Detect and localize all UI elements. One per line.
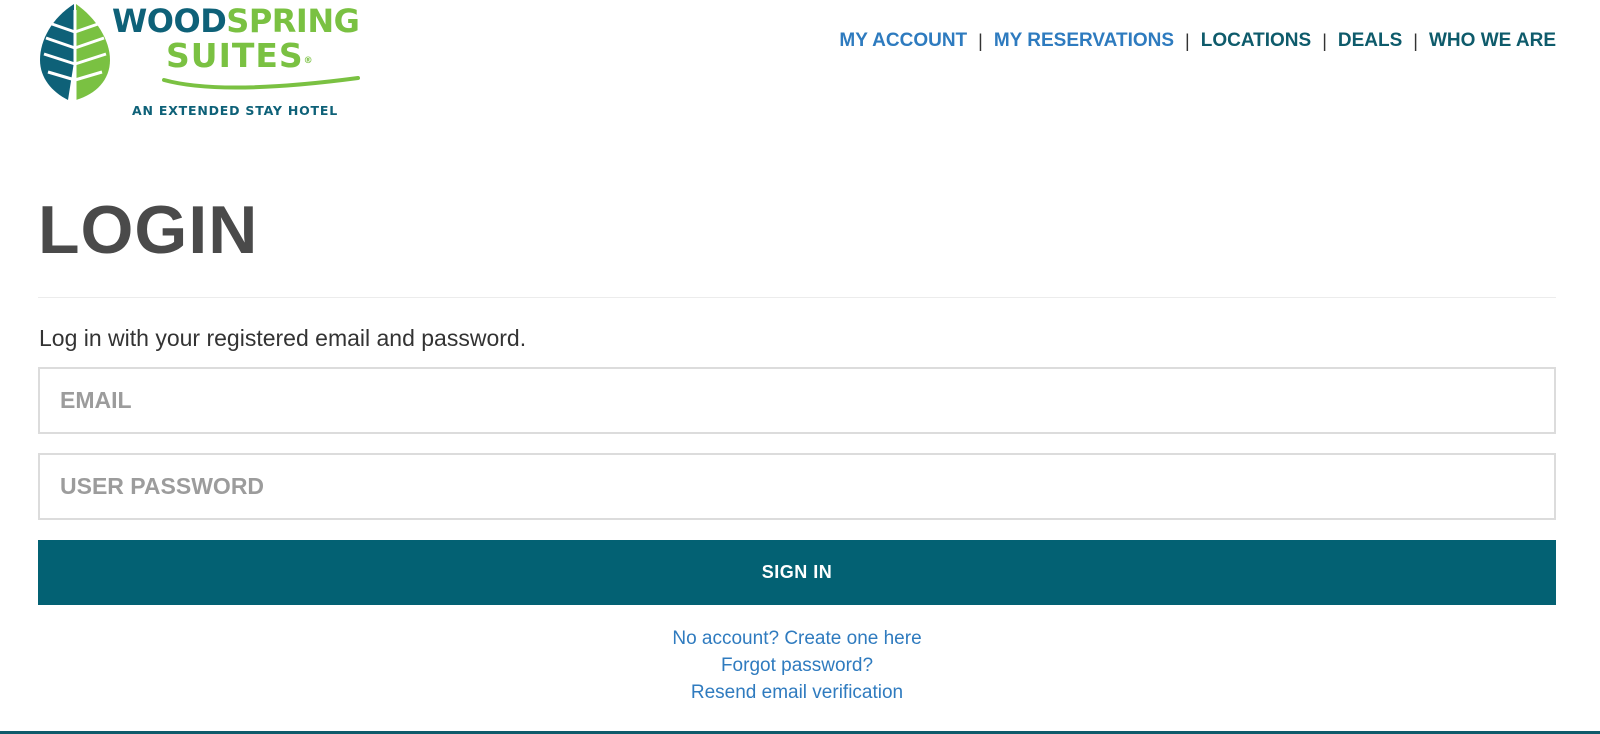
nav-my-account[interactable]: MY ACCOUNT (839, 30, 967, 52)
brand-name-spring: SPRING (226, 2, 360, 40)
registered-mark: ® (303, 56, 313, 66)
top-navigation: MY ACCOUNT | MY RESERVATIONS | LOCATIONS… (839, 30, 1556, 52)
brand-name-line2: SUITES® (166, 36, 313, 76)
logo-swoosh (162, 76, 360, 90)
nav-separator: | (978, 30, 983, 51)
brand-name-suites: SUITES (166, 36, 304, 75)
brand-tagline: AN EXTENDED STAY HOTEL (132, 103, 338, 118)
woodspring-suites-logo[interactable]: WOODSPRING SUITES® AN EXTENDED STAY HOTE… (38, 0, 398, 122)
brand-name-wood: WOOD (112, 2, 227, 40)
account-links: No account? Create one here Forgot passw… (38, 625, 1556, 706)
create-account-link[interactable]: No account? Create one here (38, 625, 1556, 652)
nav-my-reservations[interactable]: MY RESERVATIONS (994, 30, 1174, 52)
nav-separator: | (1185, 30, 1190, 51)
login-instructions: Log in with your registered email and pa… (39, 325, 527, 351)
password-field[interactable] (38, 453, 1556, 520)
forgot-password-link[interactable]: Forgot password? (38, 652, 1556, 679)
page-title: LOGIN (38, 192, 259, 268)
nav-separator: | (1413, 30, 1418, 51)
email-field[interactable] (38, 367, 1556, 434)
nav-locations[interactable]: LOCATIONS (1201, 30, 1311, 52)
resend-verification-link[interactable]: Resend email verification (38, 679, 1556, 706)
nav-separator: | (1322, 30, 1327, 51)
brand-name-line1: WOODSPRING (112, 1, 360, 41)
login-page: WOODSPRING SUITES® AN EXTENDED STAY HOTE… (0, 0, 1600, 734)
nav-deals[interactable]: DEALS (1338, 30, 1402, 52)
leaf-icon (40, 4, 110, 100)
nav-who-we-are[interactable]: WHO WE ARE (1429, 30, 1556, 52)
sign-in-button[interactable]: SIGN IN (38, 540, 1556, 605)
title-divider (38, 297, 1556, 298)
